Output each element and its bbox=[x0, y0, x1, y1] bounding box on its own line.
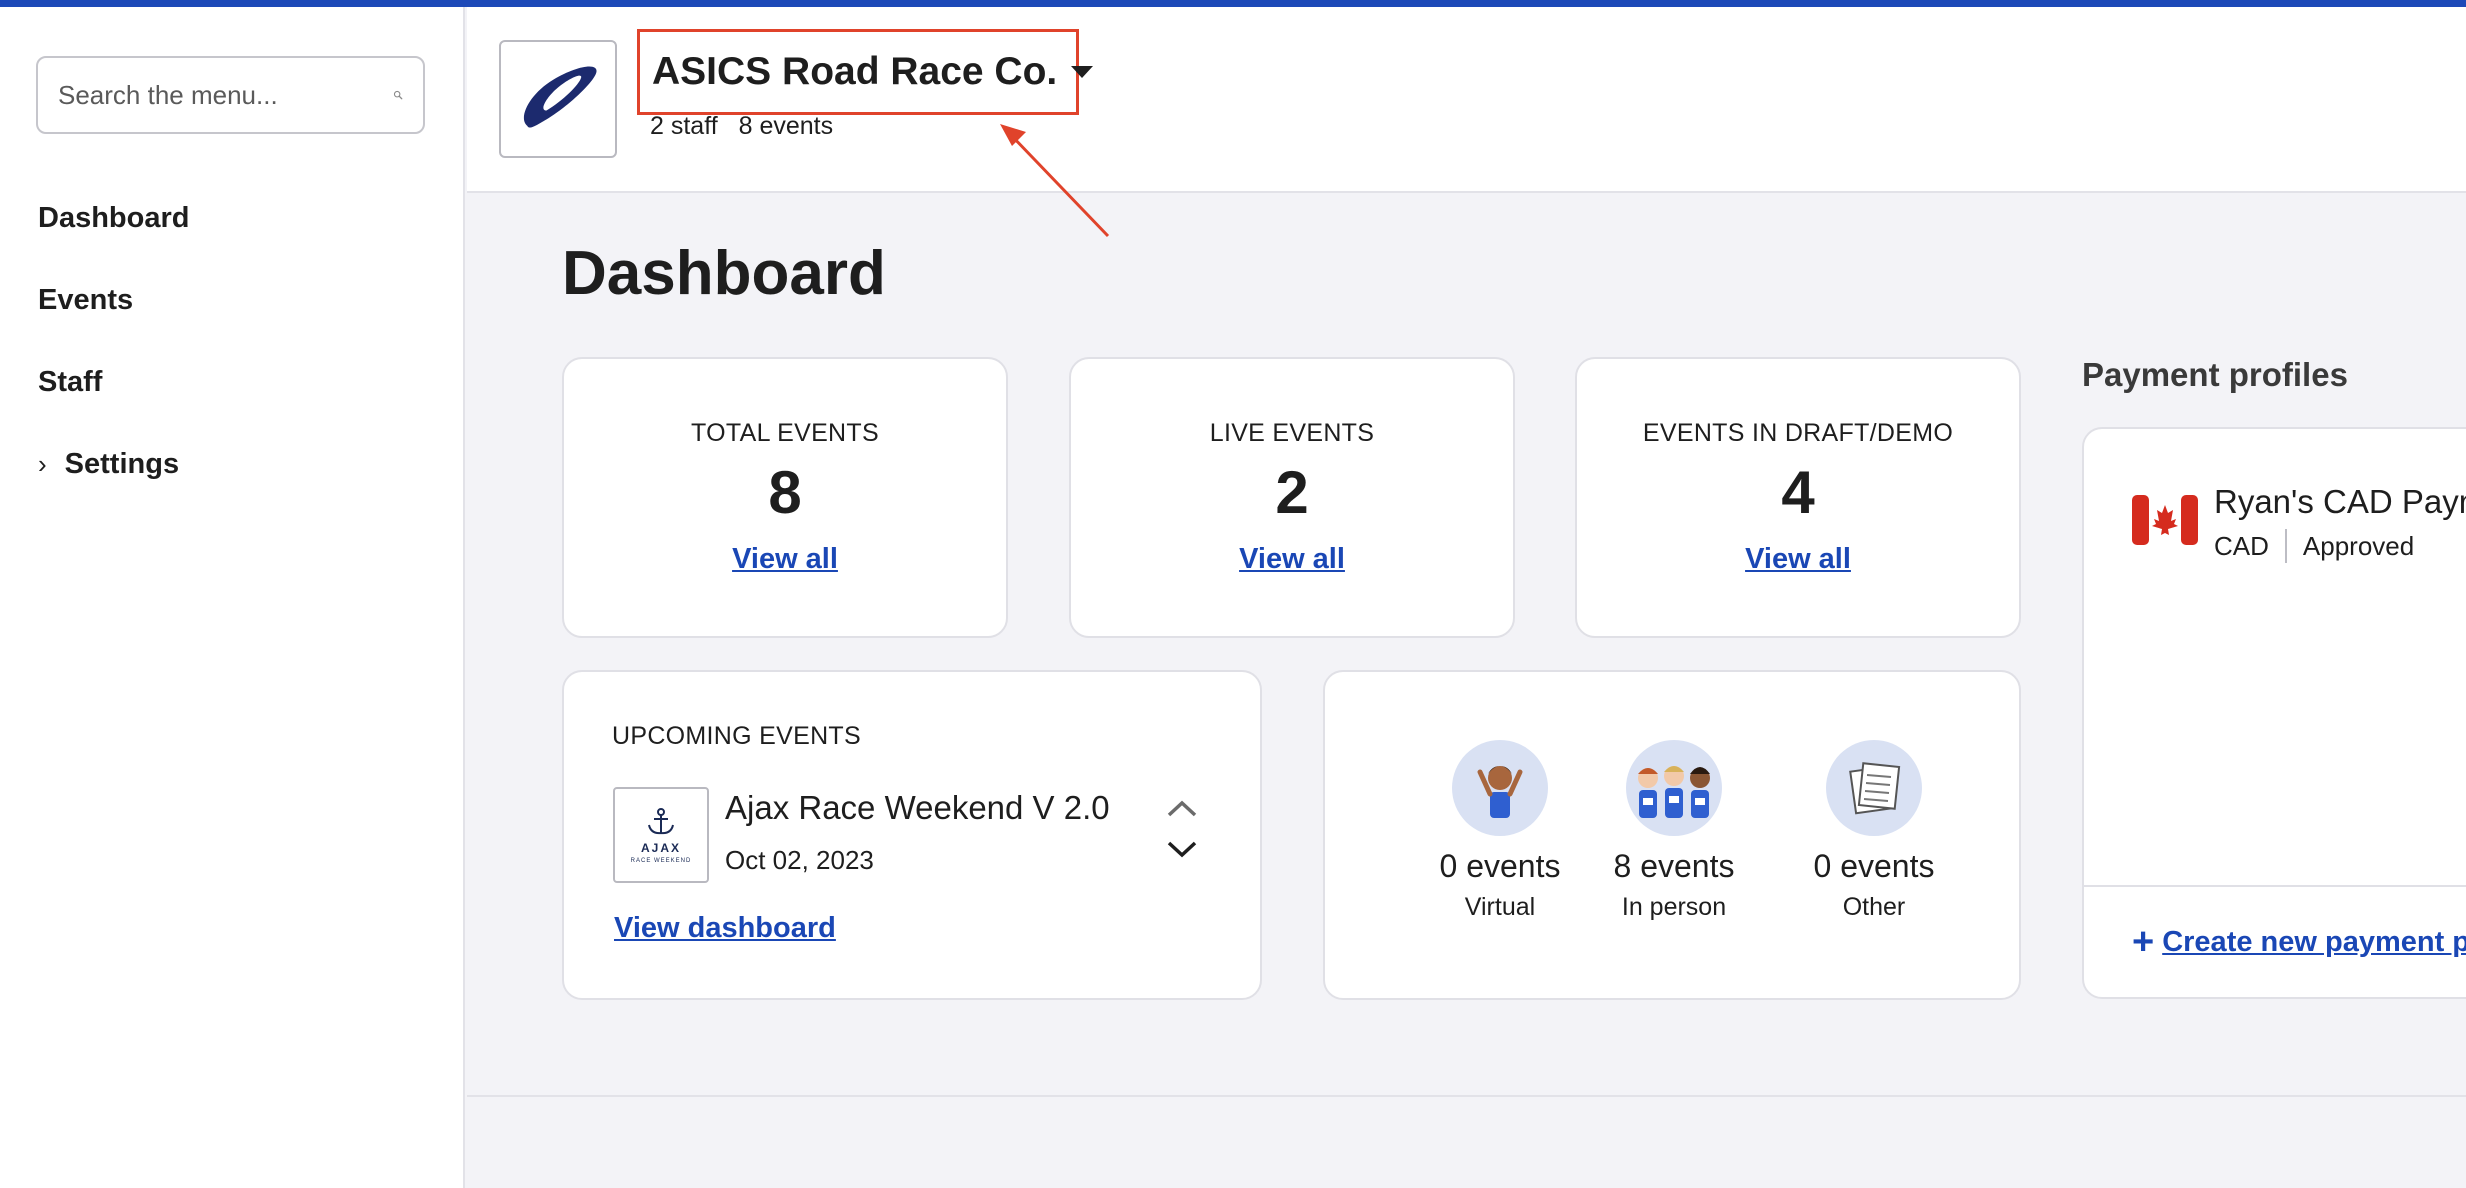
payment-status: Approved bbox=[2302, 530, 2415, 561]
stat-label: LIVE EVENTS bbox=[1209, 419, 1375, 447]
payment-profile-meta: CAD Approved bbox=[2214, 529, 2414, 563]
stat-label: EVENTS IN DRAFT/DEMO bbox=[1642, 419, 1954, 447]
top-accent-bar bbox=[0, 0, 2466, 7]
view-all-link[interactable]: View all bbox=[1745, 543, 1851, 576]
sidebar-nav: Dashboard Events Staff › Settings bbox=[38, 177, 189, 505]
stat-card-draft-events: EVENTS IN DRAFT/DEMO 4 View all bbox=[1575, 357, 2021, 638]
menu-search-input[interactable] bbox=[58, 79, 393, 111]
event-type-virtual: 0 events Virtual bbox=[1405, 740, 1595, 922]
org-meta: 2 staff 8 events bbox=[650, 112, 847, 141]
event-type-label: In person bbox=[1621, 893, 1727, 921]
asics-logo-icon bbox=[523, 66, 597, 128]
event-name: Ajax Race Weekend V 2.0 bbox=[725, 789, 1110, 826]
create-payment-profile-button[interactable]: + Create new payment p bbox=[2132, 923, 2466, 961]
canada-flag-icon bbox=[2132, 495, 2198, 545]
events-count: 8 events bbox=[738, 112, 834, 140]
documents-icon bbox=[1826, 740, 1922, 836]
org-switcher-dropdown[interactable]: ASICS Road Race Co. bbox=[637, 29, 1094, 115]
stat-value: 8 bbox=[768, 459, 802, 526]
stat-value: 2 bbox=[1275, 459, 1309, 526]
plus-icon: + bbox=[2132, 921, 2155, 963]
anchor-icon bbox=[648, 807, 674, 834]
chevron-right-icon: › bbox=[38, 448, 47, 479]
org-name: ASICS Road Race Co. bbox=[652, 50, 1058, 93]
sidebar-item-label: Staff bbox=[38, 365, 103, 398]
caret-down-icon bbox=[1071, 66, 1094, 78]
group-runners-icon bbox=[1626, 740, 1722, 836]
sidebar-item-events[interactable]: Events bbox=[38, 259, 189, 341]
event-date: Oct 02, 2023 bbox=[725, 845, 874, 875]
view-dashboard-link[interactable]: View dashboard bbox=[614, 912, 836, 945]
search-icon[interactable] bbox=[393, 81, 403, 109]
stat-card-live-events: LIVE EVENTS 2 View all bbox=[1069, 357, 1515, 638]
divider bbox=[467, 1095, 2466, 1097]
chevron-up-icon[interactable] bbox=[1164, 796, 1200, 820]
thumb-title: AJAX bbox=[640, 840, 681, 855]
event-type-count: 0 events bbox=[1813, 848, 1935, 884]
staff-count: 2 staff bbox=[650, 112, 718, 140]
event-types-card: 0 events Virtual 8 events In person 0 ev… bbox=[1323, 670, 2021, 1000]
payment-profiles-heading: Payment profiles bbox=[2082, 356, 2348, 393]
sidebar-item-dashboard[interactable]: Dashboard bbox=[38, 177, 189, 259]
chevron-down-icon[interactable] bbox=[1164, 838, 1200, 862]
upcoming-events-label: UPCOMING EVENTS bbox=[612, 722, 861, 750]
runner-icon bbox=[1452, 740, 1548, 836]
annotation-arrow-icon bbox=[1000, 124, 1110, 238]
view-all-link[interactable]: View all bbox=[1239, 543, 1345, 576]
divider bbox=[2284, 529, 2287, 563]
sidebar-item-label: Dashboard bbox=[38, 201, 190, 234]
sidebar-item-staff[interactable]: Staff bbox=[38, 341, 189, 423]
event-type-in-person: 8 events In person bbox=[1579, 740, 1769, 922]
event-type-label: Virtual bbox=[1464, 893, 1536, 921]
upcoming-events-card: UPCOMING EVENTS AJAX RACE WEEKEND Ajax R… bbox=[562, 670, 1262, 1000]
payment-currency: CAD bbox=[2214, 530, 2269, 561]
payment-profile-card: Ryan's CAD Paym CAD Approved + Create ne… bbox=[2082, 427, 2466, 999]
event-thumbnail: AJAX RACE WEEKEND bbox=[613, 787, 709, 883]
org-logo bbox=[499, 40, 617, 158]
view-all-link[interactable]: View all bbox=[732, 543, 838, 576]
event-type-label: Other bbox=[1842, 893, 1906, 921]
sidebar-item-label: Events bbox=[38, 283, 134, 316]
payment-profile-name: Ryan's CAD Paym bbox=[2214, 483, 2466, 520]
thumb-subtitle: RACE WEEKEND bbox=[630, 857, 692, 864]
sidebar-item-settings[interactable]: › Settings bbox=[38, 423, 189, 505]
event-type-other: 0 events Other bbox=[1779, 740, 1969, 922]
org-header: ASICS Road Race Co. 2 staff 8 events bbox=[467, 7, 2466, 193]
event-type-count: 8 events bbox=[1613, 848, 1735, 884]
page-title: Dashboard bbox=[562, 239, 886, 308]
stat-label: TOTAL EVENTS bbox=[691, 419, 879, 447]
sidebar: Dashboard Events Staff › Settings bbox=[0, 7, 465, 1188]
create-payment-profile-link[interactable]: Create new payment p bbox=[2162, 926, 2466, 959]
menu-search-box[interactable] bbox=[36, 56, 425, 134]
stat-value: 4 bbox=[1781, 459, 1815, 526]
sidebar-item-label: Settings bbox=[64, 447, 180, 480]
event-type-count: 0 events bbox=[1439, 848, 1561, 884]
stat-card-total-events: TOTAL EVENTS 8 View all bbox=[562, 357, 1008, 638]
divider bbox=[2084, 885, 2466, 887]
